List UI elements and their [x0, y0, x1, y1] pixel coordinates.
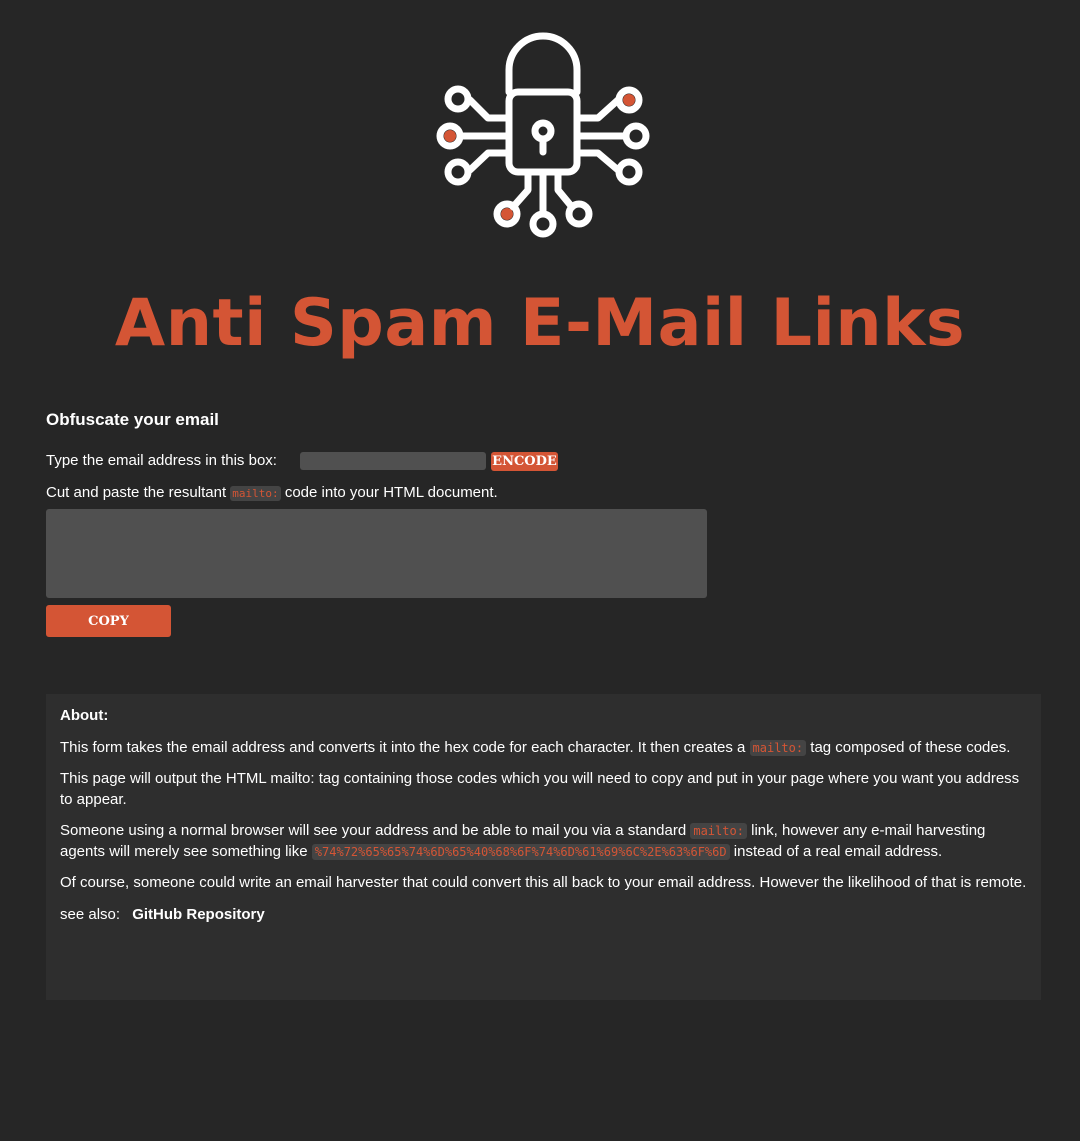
about-panel: About: This form takes the email address… [46, 694, 1041, 1000]
about-p1-prefix: This form takes the email address and co… [60, 738, 746, 756]
cut-paste-instruction: Cut and paste the resultant mailto: code… [46, 483, 498, 504]
see-also: see also: GitHub Repository [60, 905, 1027, 926]
cut-prefix-text: Cut and paste the resultant [46, 484, 227, 501]
about-paragraph-2: This page will output the HTML mailto: t… [60, 770, 1020, 808]
copy-button[interactable]: COPY [46, 605, 171, 637]
email-prompt: Type the email address in this box: [46, 451, 277, 471]
email-input[interactable] [300, 452, 486, 470]
mailto-code: mailto: [690, 823, 747, 839]
mailto-code: mailto: [230, 486, 281, 501]
about-p1-suffix: tag composed of these codes. [810, 738, 1011, 756]
hex-example-code: %74%72%65%65%74%6D%65%40%68%6F%74%6D%61%… [311, 843, 730, 860]
padlock-circuit-icon [436, 32, 650, 238]
email-prompt-label: Type the email address in this box: [46, 452, 277, 469]
about-paragraph-4: Of course, someone could write an email … [60, 874, 1027, 891]
form-heading: Obfuscate your email [46, 410, 219, 429]
see-also-label: see also: [60, 905, 121, 923]
cut-suffix-text: code into your HTML document. [284, 484, 498, 501]
encode-button[interactable]: ENCODE [491, 452, 558, 471]
about-paragraph-1: This form takes the email address and co… [60, 738, 1027, 759]
about-paragraph-3: Someone using a normal browser will see … [60, 821, 1027, 862]
about-heading: About: [60, 707, 109, 724]
obfuscate-form: Obfuscate your email Type the email addr… [46, 405, 746, 637]
about-p3-prefix: Someone using a normal browser will see … [60, 822, 687, 839]
about-p3-suffix: instead of a real email address. [733, 842, 943, 860]
github-repository-link[interactable]: GitHub Repository [132, 906, 265, 923]
page-title: Anti Spam E-Mail Links [114, 286, 966, 361]
output-textarea[interactable] [46, 509, 707, 598]
header-logo-area [0, 0, 1080, 250]
mailto-code: mailto: [749, 739, 807, 756]
